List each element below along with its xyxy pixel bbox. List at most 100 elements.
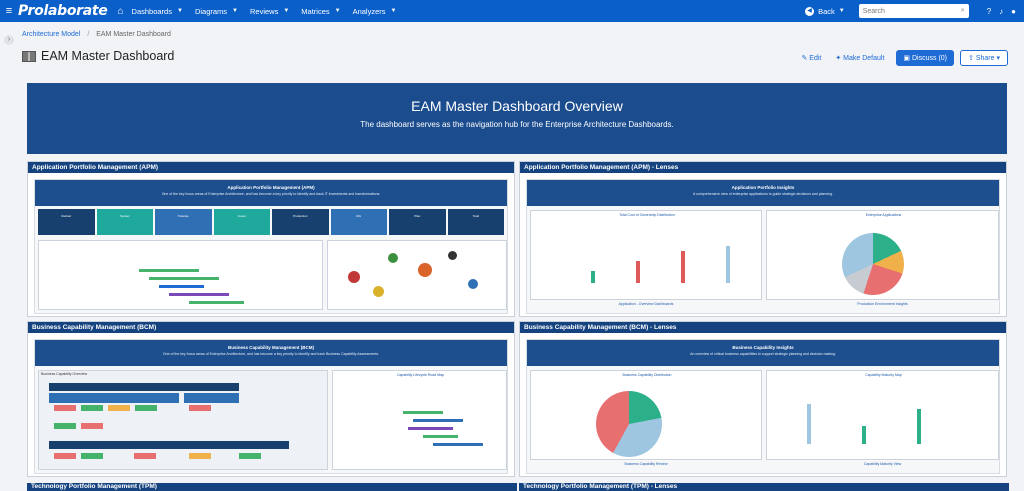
search-input[interactable]: Search ⌕ <box>858 4 969 18</box>
apm-dashboard-preview[interactable]: Application Portfolio Management (APM) O… <box>34 179 508 314</box>
panel-title: Application Portfolio Management (APM) <box>28 162 514 173</box>
nav-matrices[interactable]: Matrices ▼ <box>301 7 340 16</box>
nav-analyzers[interactable]: Analyzers ▼ <box>353 7 397 16</box>
capability-cell <box>54 453 76 459</box>
lifecycle-roadmap-preview: Capability Lifecycle Road Map <box>332 370 507 470</box>
preview-title: Business Capability Management (BCM) <box>227 345 314 350</box>
chevron-down-icon: ▼ <box>232 8 238 14</box>
menu-icon[interactable]: ≡ <box>0 5 18 17</box>
roadmap-title: Capability Lifecycle Road Map <box>396 373 445 377</box>
preview-banner: Application Portfolio Insights A compreh… <box>527 180 999 206</box>
pie-chart-preview: Enterprise Applications <box>766 210 999 300</box>
discuss-button[interactable]: ▣ Discuss (0) <box>896 50 955 66</box>
chart-bar <box>636 261 640 283</box>
user-profile-icon[interactable]: ● <box>1011 7 1016 16</box>
preview-title: Application Portfolio Management (APM) <box>227 185 315 190</box>
breadcrumb-parent[interactable]: Architecture Model <box>22 31 80 38</box>
capability-cell <box>81 423 103 429</box>
kpi-row: Retired Sunset Tolerate Invest Productio… <box>35 206 507 238</box>
panel-title: Business Capability Management (BCM) <box>28 322 514 333</box>
bubble <box>388 253 398 263</box>
share-label: Share <box>975 55 995 62</box>
kpi-card: Sunset <box>96 209 153 235</box>
bcm-panel[interactable]: Business Capability Management (BCM) Bus… <box>27 321 515 477</box>
preview-subtitle: An overview of critical business capabil… <box>690 352 836 356</box>
edit-label: Edit <box>809 55 822 62</box>
preview-banner: Business Capability Insights An overview… <box>527 340 999 366</box>
chart-bar <box>862 426 866 444</box>
apm-lenses-panel[interactable]: Application Portfolio Management (APM) -… <box>519 161 1007 317</box>
bcm-lenses-panel[interactable]: Business Capability Management (BCM) - L… <box>519 321 1007 477</box>
back-label: Back <box>818 6 835 16</box>
panel-title: Business Capability Management (BCM) - L… <box>520 322 1006 333</box>
nav-diagrams[interactable]: Diagrams ▼ <box>195 7 238 16</box>
chart-title: Total Cost of Ownership Distribution <box>619 213 675 217</box>
capability-map-preview: Business Capability Overview <box>38 370 328 470</box>
chat-icon: ▣ <box>903 55 911 62</box>
preview-caption: Application - Overview Dashboards <box>618 302 674 306</box>
chart-title: Capability Maturity Map <box>865 373 902 377</box>
apm-panel[interactable]: Application Portfolio Management (APM) A… <box>27 161 515 317</box>
preview-banner: Application Portfolio Management (APM) O… <box>35 180 507 206</box>
main-nav: Dashboards ▼ Diagrams ▼ Reviews ▼ Matrices ▼… <box>132 7 409 16</box>
home-icon[interactable]: ⌂ <box>117 6 123 17</box>
capability-header <box>49 383 239 391</box>
make-default-label: Make Default <box>843 55 885 62</box>
nav-label: Matrices <box>301 6 330 16</box>
notification-bell-icon[interactable]: ♪ <box>999 7 1003 16</box>
edit-button[interactable]: ✎ Edit <box>801 54 821 62</box>
help-icon[interactable]: ? <box>987 7 991 16</box>
capability-cell <box>108 405 130 411</box>
bcm-dashboard-preview[interactable]: Business Capability Management (BCM) One… <box>34 339 508 474</box>
app-logo[interactable]: Prolaborate <box>18 3 108 19</box>
capability-group <box>184 393 239 403</box>
page-title: EAM Master Dashboard <box>41 49 175 63</box>
chart-title: Business Capability Distribution <box>622 373 672 377</box>
sidebar-toggle-icon[interactable]: › <box>4 35 14 45</box>
overview-banner: EAM Master Dashboard Overview The dashbo… <box>27 83 1007 154</box>
breadcrumb-current: EAM Master Dashboard <box>96 31 171 38</box>
chart-bar <box>591 271 595 283</box>
gantt-bar <box>403 411 443 414</box>
top-navbar: ≡ Prolaborate ⌂ Dashboards ▼ Diagrams ▼ Re… <box>0 0 1024 22</box>
gantt-bar <box>413 419 463 422</box>
nav-label: Analyzers <box>352 6 386 16</box>
kpi-card: Total <box>447 209 504 235</box>
apm-lenses-preview[interactable]: Application Portfolio Insights A compreh… <box>526 179 1000 314</box>
preview-caption: Business Capability Review <box>624 462 668 466</box>
preview-title: Business Capability Insights <box>732 345 794 350</box>
back-button[interactable]: ◀ Back ▼ <box>805 6 845 16</box>
discuss-label: Discuss (0) <box>912 55 948 62</box>
nav-reviews[interactable]: Reviews ▼ <box>250 7 289 16</box>
search-icon: ⌕ <box>960 7 965 14</box>
breadcrumb-separator: / <box>87 31 90 38</box>
capability-cell <box>81 405 103 411</box>
capability-cell <box>239 453 261 459</box>
nav-label: Reviews <box>249 6 279 16</box>
preview-subtitle: One of the key focus areas of Enterprise… <box>162 352 380 356</box>
pencil-icon: ✎ <box>801 55 808 62</box>
nav-label: Dashboards <box>131 6 172 16</box>
share-button[interactable]: ⇪ Share ▾ <box>960 50 1008 66</box>
preview-banner: Business Capability Management (BCM) One… <box>35 340 507 366</box>
make-default-button[interactable]: ✦ Make Default <box>835 54 884 62</box>
gantt-bar <box>159 285 204 288</box>
chevron-down-icon: ▼ <box>283 8 290 14</box>
bcm-lenses-preview[interactable]: Business Capability Insights An overview… <box>526 339 1000 474</box>
preview-title: Application Portfolio Insights <box>731 185 795 190</box>
gantt-bar <box>149 277 219 280</box>
tpm-lenses-panel-title[interactable]: Technology Portfolio Management (TPM) - … <box>519 483 1009 491</box>
preview-caption: Capability Maturity View <box>863 462 902 466</box>
nav-label: Diagrams <box>194 6 228 16</box>
gantt-bar <box>139 269 199 272</box>
page-header: EAM Master Dashboard <box>22 49 174 63</box>
share-icon: ⇪ <box>968 55 974 62</box>
bubble-chart-preview <box>327 240 507 310</box>
capability-cell <box>54 405 76 411</box>
chart-bar <box>807 404 811 444</box>
nav-dashboards[interactable]: Dashboards ▼ <box>132 7 183 16</box>
pie-chart <box>842 233 904 295</box>
chart-bar <box>681 251 685 283</box>
tpm-panel-title[interactable]: Technology Portfolio Management (TPM) <box>27 483 517 491</box>
map-title: Business Capability Overview <box>41 372 88 376</box>
